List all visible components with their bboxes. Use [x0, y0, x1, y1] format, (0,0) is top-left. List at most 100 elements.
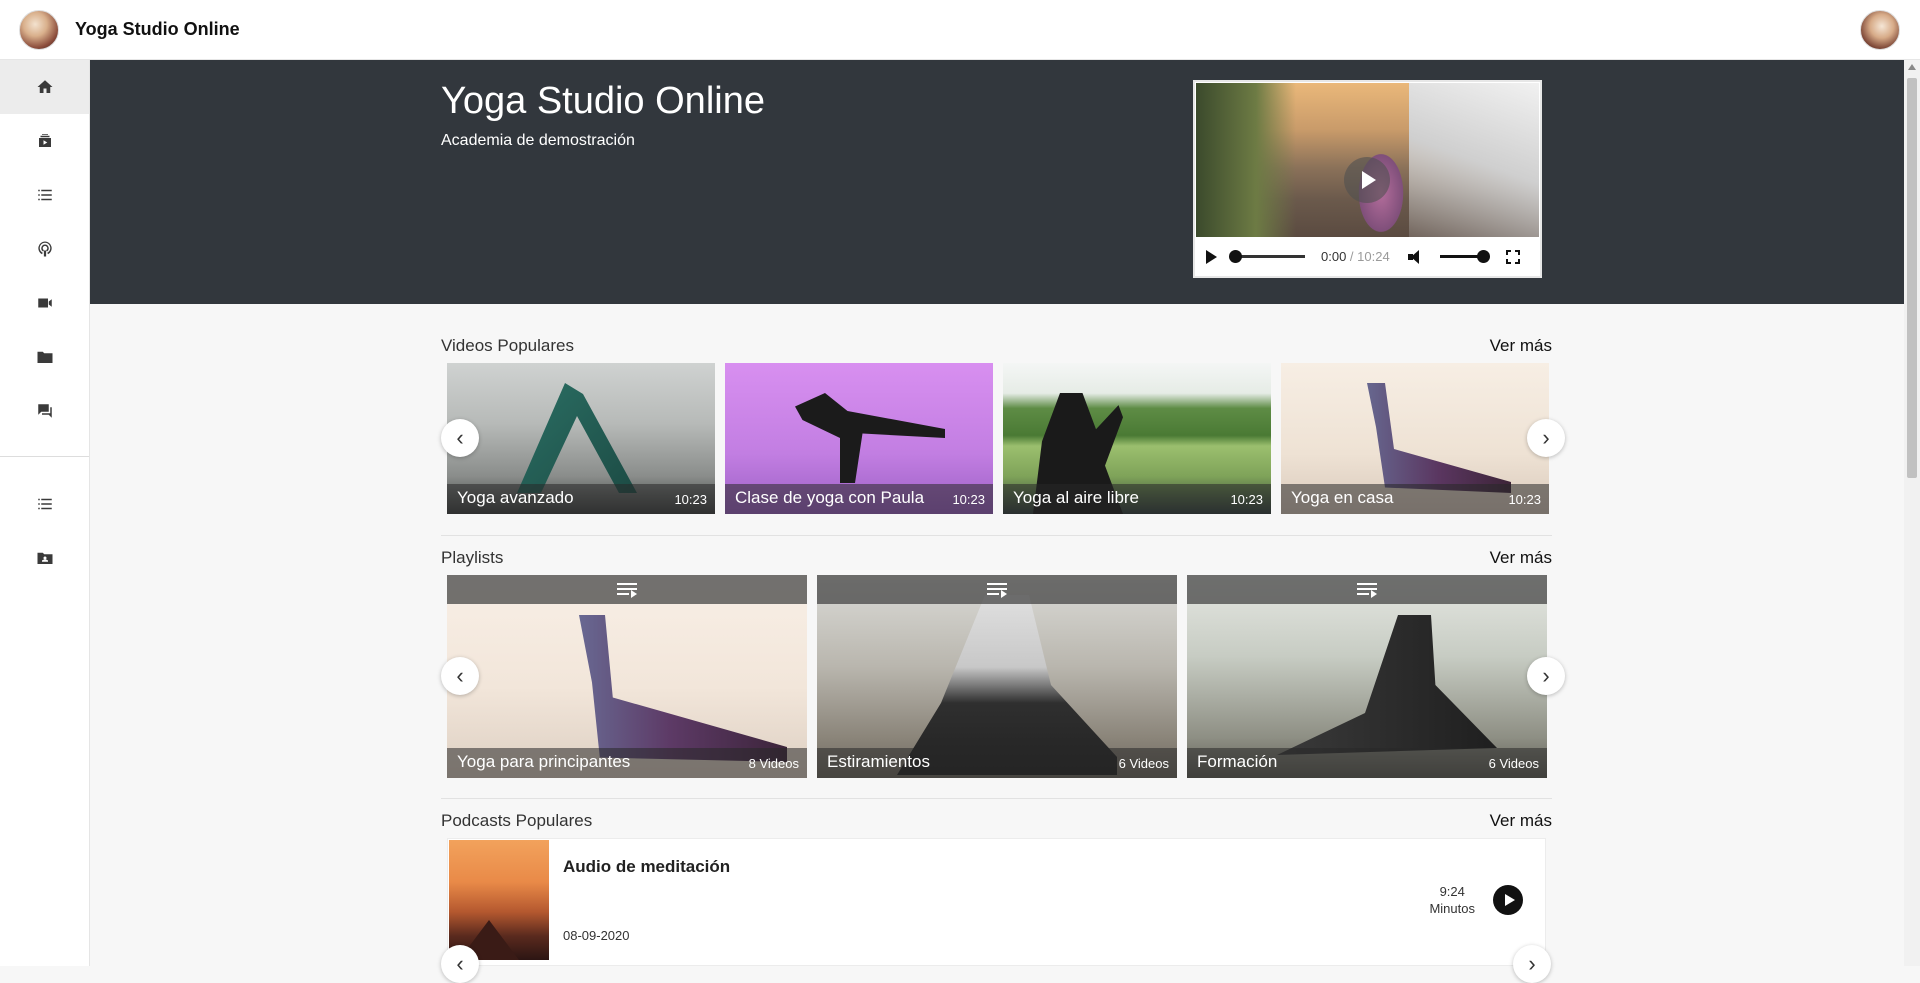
hero-banner: Yoga Studio Online Academia de demostrac…: [90, 60, 1904, 304]
video-duration: 10:23: [674, 492, 707, 507]
sidebar-item-list[interactable]: [0, 168, 89, 222]
video-player[interactable]: 0:00 / 10:24: [1193, 80, 1542, 278]
playlist-thumbnail: [579, 615, 787, 762]
carousel-prev-button[interactable]: ‹: [441, 419, 479, 457]
playlist-card[interactable]: Estiramientos 6 Videos: [817, 575, 1177, 778]
video-thumbnail: [1367, 383, 1511, 493]
video-duration: 10:23: [952, 492, 985, 507]
volume-knob[interactable]: [1476, 250, 1490, 263]
home-icon: [37, 80, 52, 93]
podcast-date: 08-09-2020: [563, 928, 630, 943]
forum-icon: [37, 404, 52, 418]
contact-folder-icon: [37, 552, 52, 564]
sidebar-item-live[interactable]: [0, 276, 89, 330]
sidebar-item-list-2[interactable]: [0, 477, 89, 531]
playlist-count: 8 Videos: [748, 756, 799, 771]
video-card[interactable]: Yoga al aire libre 10:23: [1003, 363, 1271, 514]
user-avatar[interactable]: [1860, 10, 1900, 50]
list-icon: [37, 189, 52, 201]
playlist-header: [1187, 575, 1547, 604]
video-card[interactable]: Clase de yoga con Paula 10:23: [725, 363, 993, 514]
playlist-thumbnail: [1277, 615, 1497, 755]
video-title: Yoga avanzado: [457, 488, 574, 507]
volume-slider[interactable]: [1439, 250, 1490, 263]
podcast-icon: [37, 241, 52, 257]
fullscreen-icon[interactable]: [1504, 248, 1522, 266]
carousel-next-button[interactable]: ›: [1527, 657, 1565, 695]
see-more-link[interactable]: Ver más: [1490, 811, 1552, 831]
carousel-prev-button[interactable]: ‹: [441, 945, 479, 983]
sidebar-item-videos[interactable]: [0, 114, 89, 168]
video-duration: 10:23: [1230, 492, 1263, 507]
playlist-header: [817, 575, 1177, 604]
see-more-link[interactable]: Ver más: [1490, 548, 1552, 568]
folder-icon: [37, 351, 52, 363]
volume-icon[interactable]: [1407, 249, 1426, 264]
time-separator: /: [1346, 249, 1358, 264]
scroll-up-arrow[interactable]: [1908, 64, 1916, 70]
sidebar-item-folders[interactable]: [0, 330, 89, 384]
playlist-title: Yoga para principantes: [457, 752, 631, 771]
see-more-link[interactable]: Ver más: [1490, 336, 1552, 356]
playlist-card[interactable]: Formación 6 Videos: [1187, 575, 1547, 778]
carousel-prev-button[interactable]: ‹: [441, 657, 479, 695]
progress-knob[interactable]: [1229, 250, 1242, 263]
podcast-thumbnail: [449, 840, 549, 960]
current-time: 0:00: [1321, 249, 1347, 264]
playlist-icon: [1357, 582, 1377, 598]
podcast-title[interactable]: Audio de meditación: [563, 857, 730, 877]
carousel-next-button[interactable]: ›: [1527, 419, 1565, 457]
podcast-duration-value: 9:24: [1439, 884, 1465, 899]
time-display: 0:00 / 10:24: [1321, 249, 1390, 264]
podcast-card[interactable]: Audio de meditación 08-09-2020 9:24 Minu…: [447, 838, 1546, 966]
sidebar-item-home[interactable]: [0, 60, 89, 114]
podcast-play-button[interactable]: [1493, 885, 1523, 915]
play-icon[interactable]: [1206, 249, 1217, 264]
video-card[interactable]: Yoga avanzado 10:23: [447, 363, 715, 514]
podcast-duration-unit: Minutos: [1429, 901, 1475, 916]
section-divider: [441, 798, 1552, 799]
video-library-icon: [38, 134, 51, 147]
video-thumbnail: [795, 393, 945, 483]
playlist-title: Formación: [1197, 752, 1278, 771]
progress-slider[interactable]: [1229, 250, 1305, 263]
video-card[interactable]: Yoga en casa 10:23: [1281, 363, 1549, 514]
hero-subtitle: Academia de demostración: [441, 132, 635, 149]
playlist-card[interactable]: Yoga para principantes 8 Videos: [447, 575, 807, 778]
video-title: Yoga al aire libre: [1013, 488, 1140, 507]
video-duration: 10:23: [1508, 492, 1541, 507]
section-divider: [441, 535, 1552, 536]
section-title: Playlists: [441, 548, 504, 567]
big-play-button[interactable]: [1344, 157, 1390, 203]
video-title: Yoga en casa: [1291, 488, 1394, 507]
playlist-header: [447, 575, 807, 604]
playlist-title: Estiramientos: [827, 752, 930, 771]
sidebar: [0, 60, 90, 966]
playlist-icon: [617, 582, 637, 598]
sidebar-item-podcasts[interactable]: [0, 222, 89, 276]
sidebar-item-contacts[interactable]: [0, 531, 89, 585]
player-controls: 0:00 / 10:24: [1196, 237, 1539, 276]
sidebar-divider: [0, 456, 89, 457]
hero-title: Yoga Studio Online: [441, 80, 765, 122]
top-bar: Yoga Studio Online: [0, 0, 1920, 60]
video-thumbnail: [517, 383, 637, 493]
podcast-duration: 9:24 Minutos: [1429, 883, 1475, 917]
video-title: Clase de yoga con Paula: [735, 488, 925, 507]
videocam-icon: [37, 298, 52, 308]
podcasts-section: Podcasts Populares Ver más: [441, 809, 1552, 833]
playlists-section: Playlists Ver más Yoga para principantes…: [441, 546, 1565, 778]
app-title[interactable]: Yoga Studio Online: [75, 19, 240, 40]
section-title: Podcasts Populares: [441, 811, 593, 830]
duration-time: 10:24: [1357, 249, 1390, 264]
carousel-next-button[interactable]: ›: [1513, 945, 1551, 983]
page-scrollbar[interactable]: [1904, 60, 1920, 966]
section-title: Videos Populares: [441, 336, 574, 355]
playlist-count: 6 Videos: [1488, 756, 1539, 771]
scrollbar-thumb[interactable]: [1907, 78, 1917, 478]
list-icon: [37, 498, 52, 510]
sidebar-item-forum[interactable]: [0, 384, 89, 438]
playlist-count: 6 Videos: [1118, 756, 1169, 771]
popular-videos-section: Videos Populares Ver más Yoga avanzado 1…: [441, 334, 1565, 514]
logo-avatar[interactable]: [19, 9, 59, 50]
